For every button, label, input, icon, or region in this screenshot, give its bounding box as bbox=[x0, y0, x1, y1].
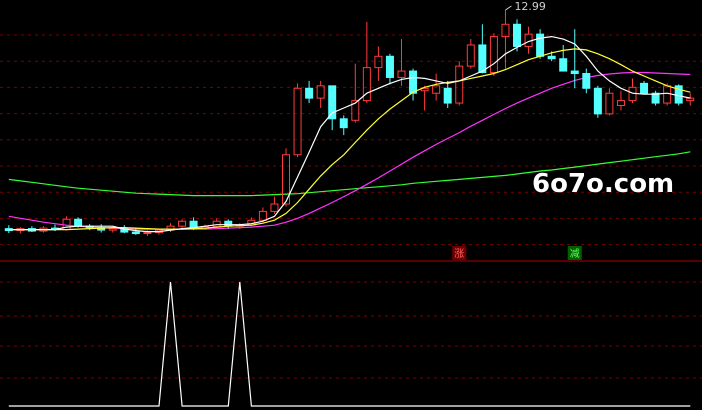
indicator-line bbox=[8, 281, 691, 407]
candle-down bbox=[305, 87, 314, 99]
max-price-label: 12.99 bbox=[514, 0, 546, 13]
candle-up bbox=[489, 36, 498, 74]
candlesticks bbox=[4, 10, 695, 236]
candle-up bbox=[605, 92, 614, 115]
stock-chart: 12.99 涨减 6o7o.com bbox=[0, 0, 702, 407]
ma20-path bbox=[8, 71, 691, 230]
signal-label: 涨 bbox=[454, 248, 464, 260]
candle-up bbox=[466, 44, 475, 67]
ma5-line bbox=[8, 35, 691, 233]
grid-lines bbox=[0, 34, 702, 246]
ma20-line bbox=[8, 71, 691, 230]
candle-down bbox=[339, 118, 348, 129]
candle-down bbox=[582, 73, 591, 89]
candle-up bbox=[663, 85, 672, 104]
candle-down bbox=[328, 85, 337, 120]
candle-down bbox=[559, 58, 568, 72]
candle-up bbox=[143, 232, 152, 235]
candle-down bbox=[385, 55, 394, 78]
candle-down bbox=[478, 44, 487, 74]
signal-label: 减 bbox=[570, 248, 580, 260]
watermark: 6o7o.com bbox=[532, 169, 674, 199]
ma5-path bbox=[8, 35, 691, 233]
candle-down bbox=[513, 23, 521, 47]
candle-up bbox=[108, 228, 117, 231]
candle-down bbox=[409, 70, 418, 94]
indicator-path bbox=[8, 281, 691, 407]
candle-down bbox=[547, 55, 556, 60]
candle-up bbox=[616, 100, 625, 107]
candle-up bbox=[293, 87, 302, 156]
lower-grid-lines bbox=[0, 281, 702, 379]
candle-down bbox=[443, 87, 452, 104]
candle-down bbox=[640, 82, 649, 94]
candle-up bbox=[397, 70, 406, 78]
candle-down bbox=[570, 70, 579, 75]
max-pointer bbox=[505, 5, 512, 11]
max-price-marker: 12.99 bbox=[505, 0, 546, 13]
candle-up bbox=[686, 97, 695, 102]
candle-down bbox=[593, 87, 602, 115]
candle-up bbox=[178, 220, 187, 227]
candle-down bbox=[224, 220, 233, 227]
candle-down bbox=[74, 218, 83, 227]
candle-up bbox=[374, 55, 383, 69]
signal-marks: 涨减 bbox=[452, 246, 582, 260]
candle-down bbox=[131, 231, 140, 235]
candle-up bbox=[455, 65, 464, 104]
candle-up bbox=[270, 203, 279, 212]
candle-up bbox=[258, 210, 267, 221]
candle-up bbox=[212, 220, 221, 228]
